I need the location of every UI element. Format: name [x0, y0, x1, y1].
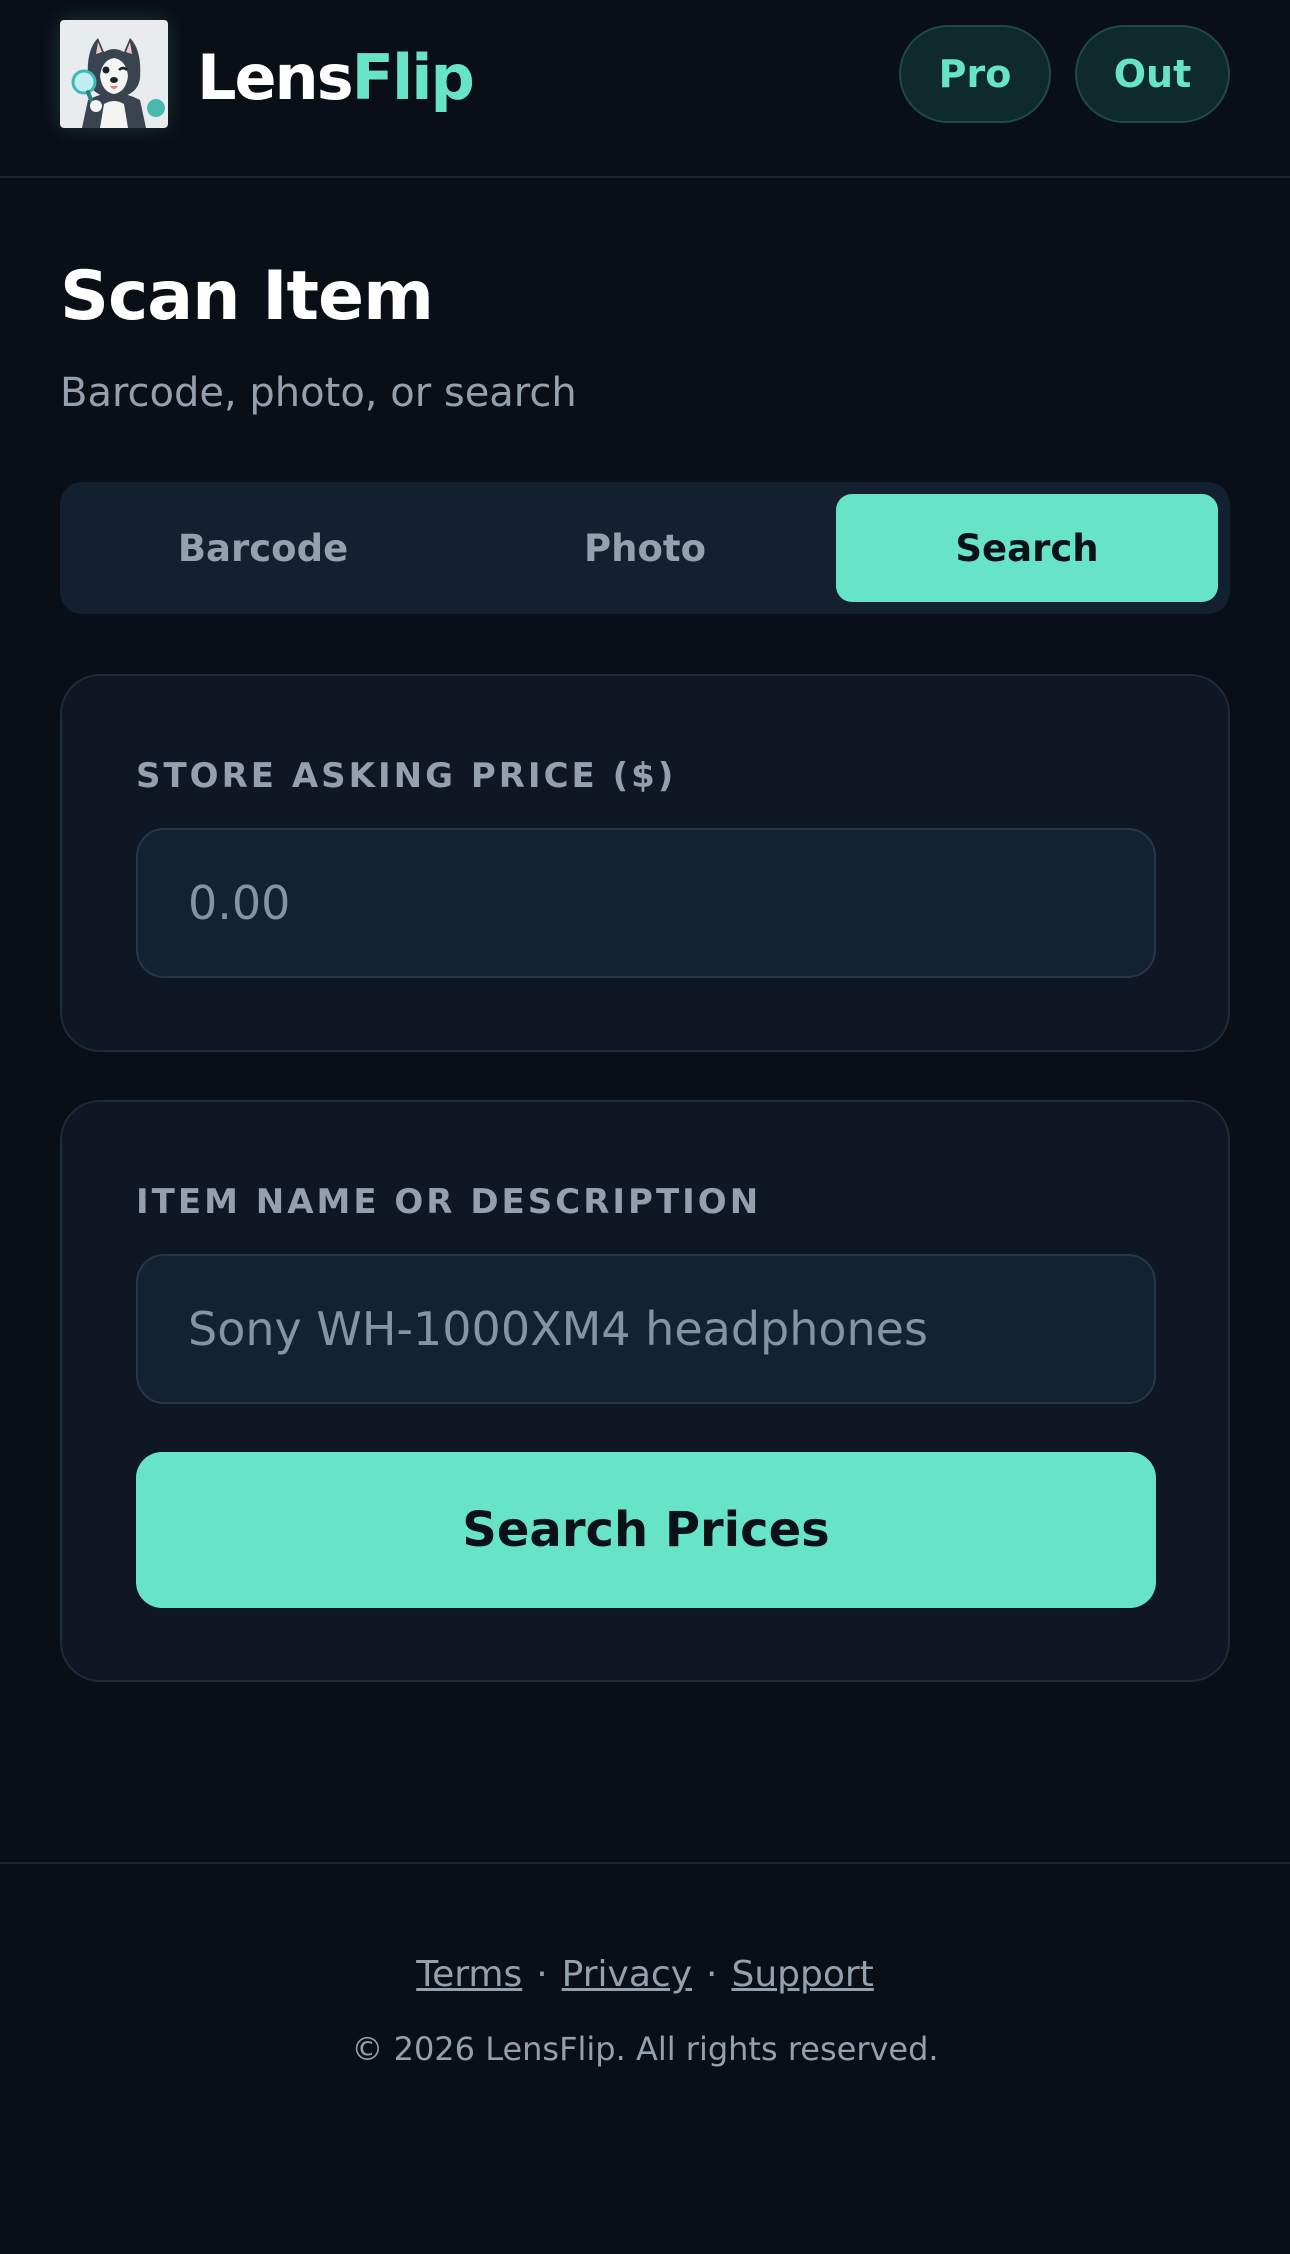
footer-separator: · [706, 1954, 718, 1995]
asking-price-card: Store Asking Price ($) [60, 674, 1230, 1052]
footer-links: Terms · Privacy · Support [0, 1950, 1290, 2000]
search-prices-button[interactable]: Search Prices [136, 1452, 1156, 1608]
privacy-link[interactable]: Privacy [562, 1954, 692, 1995]
terms-link[interactable]: Terms [416, 1954, 522, 1995]
app-page: LensFlip Pro Out Scan Item Barcode, phot… [0, 0, 1290, 2254]
asking-price-label: Store Asking Price ($) [136, 756, 677, 796]
brand-name-part1: Lens [197, 41, 354, 114]
asking-price-input[interactable] [136, 828, 1156, 978]
copyright-text: © 2026 LensFlip. All rights reserved. [351, 2030, 939, 2068]
husky-logo-icon[interactable] [60, 20, 168, 128]
top-header: LensFlip Pro Out [0, 0, 1290, 178]
brand-name-part2: Flip [351, 41, 475, 114]
pro-button[interactable]: Pro [899, 25, 1051, 123]
item-name-input[interactable] [136, 1254, 1156, 1404]
page-title: Scan Item [60, 257, 434, 336]
tab-barcode[interactable]: Barcode [72, 494, 454, 602]
support-link[interactable]: Support [731, 1954, 873, 1995]
tab-photo[interactable]: Photo [454, 494, 836, 602]
tab-search[interactable]: Search [836, 494, 1218, 602]
brand-name[interactable]: LensFlip [197, 38, 475, 118]
item-search-card: Item Name or Description Search Prices [60, 1100, 1230, 1682]
sign-out-button[interactable]: Out [1075, 25, 1230, 123]
page-footer: Terms · Privacy · Support © 2026 LensFlip. A… [0, 1862, 1290, 2254]
page-subtitle: Barcode, photo, or search [60, 370, 577, 416]
scan-mode-tabs: Barcode Photo Search [60, 482, 1230, 614]
item-name-label: Item Name or Description [136, 1182, 762, 1222]
footer-separator: · [536, 1954, 548, 1995]
